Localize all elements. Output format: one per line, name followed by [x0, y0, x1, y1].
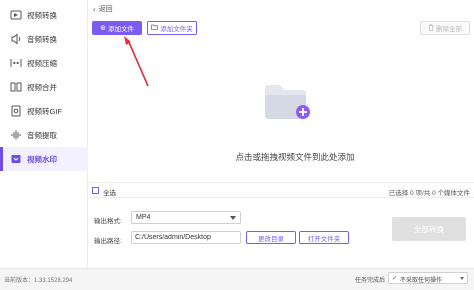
change-directory-button[interactable]: 更改目录 — [246, 231, 296, 244]
plus-circle-icon: ⊕ — [100, 25, 106, 32]
sidebar-item-video-compress[interactable]: 视频压缩 — [0, 51, 88, 75]
back-label: 返回 — [98, 6, 113, 13]
selection-count: 已选择 0 项/共 0 个媒体文件 — [388, 190, 470, 197]
video-convert-icon — [9, 8, 23, 22]
add-file-label: 添加文件 — [107, 26, 134, 33]
sidebar-item-label: 视频转GIF — [27, 107, 62, 116]
trash-icon — [428, 23, 434, 33]
audio-convert-icon — [9, 32, 23, 46]
back-button[interactable]: ‹ 返回 — [93, 4, 113, 14]
sidebar-item-label: 视频压缩 — [27, 59, 57, 68]
drop-hint: 点击或拖拽视频文件到此处添加 — [235, 152, 355, 162]
after-task-value: 不采取任何操作 — [400, 278, 443, 284]
video-to-gif-icon — [9, 104, 23, 118]
add-folder-label: 添加文件夹 — [160, 26, 193, 33]
empty-folder-add-icon — [265, 85, 310, 119]
sidebar-item-label: 视频水印 — [27, 155, 57, 164]
sidebar-item-label: 音频转换 — [27, 35, 57, 44]
open-folder-label: 打开文件夹 — [307, 235, 341, 243]
after-task-label: 任务完成后 — [355, 278, 386, 284]
chevron-down-icon — [230, 216, 236, 220]
folder-icon — [151, 24, 159, 32]
check-icon: ✓ — [392, 275, 398, 282]
sidebar-item-label: 视频转换 — [27, 11, 57, 20]
delete-all-label: 删除全部 — [436, 26, 462, 33]
chevron-down-icon — [460, 277, 464, 280]
sidebar-item-label: 音频提取 — [27, 131, 57, 140]
sidebar-item-video-watermark[interactable]: 视频水印 — [0, 147, 88, 171]
after-task-select[interactable]: ✓ 不采取任何操作 — [388, 272, 468, 284]
sidebar: 视频转换 音频转换 视频压缩 视频合并 视频转GIF 音频提取 视频水印 — [0, 0, 88, 268]
selection-bar: 全选 已选择 0 项/共 0 个媒体文件 — [89, 182, 474, 198]
add-file-button[interactable]: ⊕ 添加文件 — [92, 21, 142, 35]
sidebar-item-video-convert[interactable]: 视频转换 — [0, 3, 88, 27]
format-select[interactable]: MP4 — [131, 211, 241, 224]
sidebar-item-audio-extract[interactable]: 音频提取 — [0, 123, 88, 147]
sidebar-item-audio-convert[interactable]: 音频转换 — [0, 27, 88, 51]
chevron-left-icon: ‹ — [93, 4, 96, 14]
video-merge-icon — [9, 80, 23, 94]
path-label: 输出路径: — [94, 238, 122, 245]
select-all-label[interactable]: 全选 — [103, 187, 116, 197]
top-bar: ‹ 返回 — [89, 0, 474, 18]
open-folder-button[interactable]: 打开文件夹 — [299, 231, 349, 244]
sidebar-item-video-to-gif[interactable]: 视频转GIF — [0, 99, 88, 123]
change-directory-label: 更改目录 — [258, 235, 284, 243]
video-watermark-icon — [9, 152, 23, 166]
format-value: MP4 — [136, 214, 151, 221]
select-all-checkbox[interactable] — [92, 187, 99, 194]
sidebar-item-video-merge[interactable]: 视频合并 — [0, 75, 88, 99]
output-path-field[interactable] — [131, 231, 241, 244]
sidebar-item-label: 视频合并 — [27, 83, 57, 92]
delete-all-button[interactable]: 删除全部 — [420, 21, 470, 35]
video-compress-icon — [9, 56, 23, 70]
app-window: 视频转换 音频转换 视频压缩 视频合并 视频转GIF 音频提取 视频水印 ‹ 返… — [0, 0, 474, 290]
convert-all-button[interactable]: 全部转换 — [392, 217, 466, 241]
version-text: 当前版本：1.33.1528.294 — [4, 278, 73, 284]
format-label: 输出格式: — [94, 218, 122, 225]
add-folder-button[interactable]: 添加文件夹 — [147, 21, 197, 35]
status-bar: 当前版本：1.33.1528.294 任务完成后 ✓ 不采取任何操作 — [0, 268, 474, 290]
audio-extract-icon — [9, 128, 23, 142]
convert-all-label: 全部转换 — [414, 224, 444, 234]
